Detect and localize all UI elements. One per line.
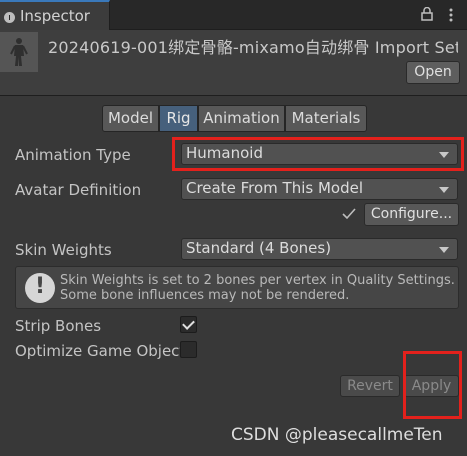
highlight-box-apply (403, 351, 462, 419)
configure-button[interactable]: Configure... (364, 203, 459, 226)
tab-materials[interactable]: Materials (285, 105, 367, 132)
strip-bones-checkbox[interactable] (180, 316, 197, 333)
inspector-tab[interactable]: Inspector (0, 0, 110, 30)
tab-rig[interactable]: Rig (159, 105, 198, 132)
skin-weights-value: Standard (4 Bones) (186, 239, 332, 257)
skin-weights-dropdown[interactable]: Standard (4 Bones) (181, 238, 458, 260)
more-options-icon[interactable] (446, 7, 456, 23)
warning-text: Skin Weights is set to 2 bones per verte… (60, 273, 455, 303)
chevron-down-icon (439, 187, 449, 193)
tab-model[interactable]: Model (102, 105, 159, 132)
avatar-definition-label: Avatar Definition (15, 181, 142, 199)
exclamation-icon: ! (25, 273, 55, 303)
asset-thumbnail (0, 32, 38, 72)
avatar-definition-dropdown[interactable]: Create From This Model (181, 178, 458, 200)
info-icon (4, 12, 15, 23)
optimize-game-objects-checkbox[interactable] (180, 341, 197, 358)
optimize-game-objects-label: Optimize Game Objects (15, 342, 180, 360)
lock-icon[interactable] (421, 7, 433, 21)
humanoid-figure-icon (10, 38, 28, 66)
watermark-text: CSDN @pleasecallmeTen (231, 425, 443, 445)
revert-button[interactable]: Revert (340, 375, 400, 397)
chevron-down-icon (439, 247, 449, 253)
open-button[interactable]: Open (406, 61, 460, 84)
strip-bones-label: Strip Bones (15, 317, 102, 335)
asset-title: 20240619-001绑定骨骼-mixamo自动绑骨 Import Setti… (48, 38, 458, 57)
checkmark-icon (342, 208, 356, 220)
skin-weights-warning: ! Skin Weights is set to 2 bones per ver… (15, 266, 459, 309)
animation-type-label: Animation Type (15, 146, 131, 164)
skin-weights-label: Skin Weights (15, 241, 112, 259)
avatar-definition-value: Create From This Model (186, 179, 363, 197)
highlight-box-animation-type (172, 137, 464, 171)
tab-animation[interactable]: Animation (198, 105, 285, 132)
inspector-tab-label: Inspector (20, 7, 90, 25)
